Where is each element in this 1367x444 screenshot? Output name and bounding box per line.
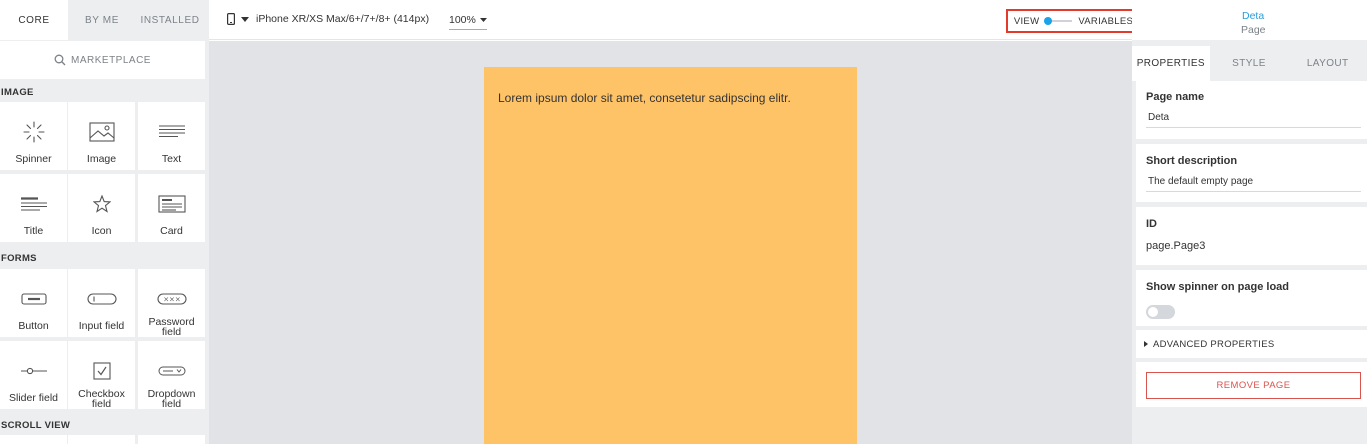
tab-properties[interactable]: PROPERTIES xyxy=(1132,46,1210,81)
toggle-slider[interactable] xyxy=(1044,17,1073,25)
tab-core[interactable]: CORE xyxy=(0,0,68,40)
button-icon xyxy=(20,285,47,313)
section-title-forms: FORMS xyxy=(1,253,37,264)
component-icon[interactable]: Icon xyxy=(68,174,135,242)
section-title-image: IMAGE xyxy=(1,87,34,98)
svg-text:×××: ××× xyxy=(163,296,181,304)
tile-label: Icon xyxy=(91,225,112,237)
checkbox-icon xyxy=(92,357,111,385)
component-password-field[interactable]: ××× Password field xyxy=(138,269,205,337)
id-label: ID xyxy=(1146,218,1157,230)
tab-style[interactable]: STYLE xyxy=(1210,46,1289,81)
star-icon xyxy=(92,190,111,218)
short-description-card: Short description The default empty page xyxy=(1136,144,1367,202)
component-button[interactable]: Button xyxy=(0,269,67,337)
zoom-selector[interactable]: 100% xyxy=(449,14,487,30)
switch-knob xyxy=(1148,307,1158,317)
chevron-down-icon xyxy=(479,18,487,22)
tile-label: Card xyxy=(160,225,183,237)
tile-label: Checkbox field xyxy=(78,388,125,410)
component-scroll-view-1[interactable] xyxy=(0,435,67,444)
slider-icon xyxy=(20,357,48,385)
spinner-setting-card: Show spinner on page load xyxy=(1136,270,1367,326)
component-slider-field[interactable]: Slider field xyxy=(0,341,67,409)
component-input-field[interactable]: Input field xyxy=(68,269,135,337)
device-label: iPhone XR/XS Max/6+/7+/8+ (414px) xyxy=(256,13,430,25)
title-icon xyxy=(20,190,48,218)
component-spinner[interactable]: Spinner xyxy=(0,102,67,170)
view-variables-toggle[interactable]: VIEW VARIABLES xyxy=(1006,9,1141,33)
component-image[interactable]: Image xyxy=(68,102,135,170)
tile-label: Title xyxy=(23,225,44,237)
toolbar: iPhone XR/XS Max/6+/7+/8+ (414px) 100% V… xyxy=(209,0,1141,40)
short-description-field[interactable]: The default empty page xyxy=(1146,176,1361,192)
section-title-scroll-view: SCROLL VIEW xyxy=(1,420,71,431)
tab-by-me[interactable]: BY ME xyxy=(68,0,136,40)
spinner-icon xyxy=(22,118,46,146)
marketplace-label: MARKETPLACE xyxy=(71,54,151,66)
tile-label: Text xyxy=(161,153,182,165)
selected-element-type: Page xyxy=(1241,24,1266,36)
image-icon xyxy=(88,118,115,146)
dropdown-icon xyxy=(158,357,186,385)
toggle-knob xyxy=(1044,17,1053,25)
component-tabs: CORE BY ME INSTALLED xyxy=(0,0,209,40)
properties-panel: PROPERTIES STYLE LAYOUT Page name Deta S… xyxy=(1132,40,1367,444)
tile-label: Image xyxy=(86,153,117,165)
design-canvas[interactable]: Lorem ipsum dolor sit amet, consetetur s… xyxy=(209,41,1132,444)
tile-label: Spinner xyxy=(15,153,52,165)
advanced-properties-label: ADVANCED PROPERTIES xyxy=(1153,338,1275,350)
variables-label: VARIABLES xyxy=(1078,15,1134,27)
page-preview[interactable]: Lorem ipsum dolor sit amet, consetetur s… xyxy=(484,67,857,444)
phone-icon xyxy=(227,13,235,25)
component-panel: CORE BY ME INSTALLED MARKETPLACE IMAGE S… xyxy=(0,0,209,444)
properties-tabs: PROPERTIES STYLE LAYOUT xyxy=(1132,46,1367,81)
page-name-field[interactable]: Deta xyxy=(1146,112,1361,128)
caret-right-icon xyxy=(1144,341,1148,347)
input-field-icon xyxy=(86,285,117,313)
search-icon xyxy=(54,54,66,66)
advanced-properties-toggle[interactable]: ADVANCED PROPERTIES xyxy=(1136,330,1367,358)
remove-page-button[interactable]: REMOVE PAGE xyxy=(1146,372,1361,399)
card-icon xyxy=(157,190,186,218)
short-description-label: Short description xyxy=(1146,155,1238,167)
component-title[interactable]: Title xyxy=(0,174,67,242)
component-scroll-view-3[interactable] xyxy=(138,435,205,444)
tile-label: Password field xyxy=(148,316,195,338)
component-checkbox-field[interactable]: Checkbox field xyxy=(68,341,135,409)
password-field-icon: ××× xyxy=(156,285,187,313)
tab-layout[interactable]: LAYOUT xyxy=(1288,46,1367,81)
tile-label: Input field xyxy=(78,320,125,332)
chevron-down-icon xyxy=(241,16,249,22)
component-card[interactable]: Card xyxy=(138,174,205,242)
id-value: page.Page3 xyxy=(1146,240,1206,252)
component-dropdown-field[interactable]: Dropdown field xyxy=(138,341,205,409)
tab-installed[interactable]: INSTALLED xyxy=(136,0,204,40)
page-text[interactable]: Lorem ipsum dolor sit amet, consetetur s… xyxy=(498,91,791,105)
zoom-value: 100% xyxy=(449,14,476,26)
page-name-label: Page name xyxy=(1146,91,1205,103)
tile-label: Dropdown field xyxy=(147,388,196,410)
marketplace-button[interactable]: MARKETPLACE xyxy=(0,41,205,79)
page-name-card: Page name Deta xyxy=(1136,81,1367,139)
selected-element-header: Deta Page xyxy=(1132,0,1367,40)
tile-label: Slider field xyxy=(8,392,59,404)
show-spinner-switch[interactable] xyxy=(1146,305,1175,319)
component-text[interactable]: Text xyxy=(138,102,205,170)
tile-label: Button xyxy=(18,320,49,332)
id-card: ID page.Page3 xyxy=(1136,207,1367,265)
selected-element-name: Deta xyxy=(1242,10,1265,22)
show-spinner-label: Show spinner on page load xyxy=(1146,281,1290,293)
view-label: VIEW xyxy=(1013,15,1040,27)
text-icon xyxy=(158,118,186,146)
device-selector[interactable]: iPhone XR/XS Max/6+/7+/8+ (414px) xyxy=(227,13,429,25)
component-scroll-view-2[interactable] xyxy=(68,435,135,444)
